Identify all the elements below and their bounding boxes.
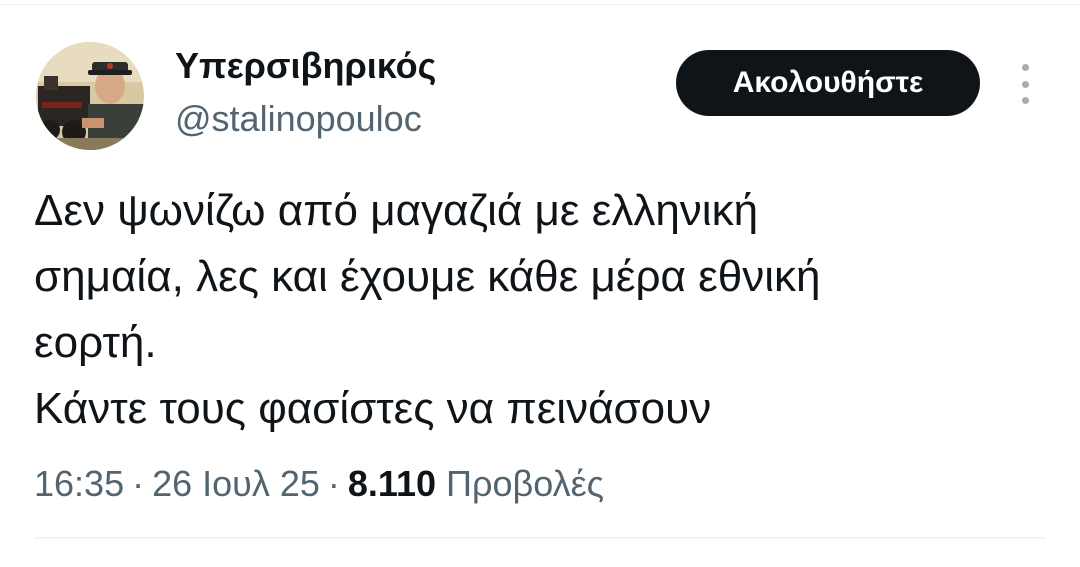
tweet-time[interactable]: 16:35 (34, 463, 124, 504)
views-count: 8.110 (347, 463, 437, 504)
tweet-view: Υπερσιβηρικός @stalinopouloc Ακολουθήστε… (0, 0, 1080, 567)
more-dot (1021, 80, 1029, 88)
meta-separator: · (327, 463, 340, 504)
avatar[interactable] (36, 42, 144, 150)
views-label: Προβολές (446, 463, 604, 504)
top-divider (0, 4, 1080, 5)
tweet-date[interactable]: 26 Ιουλ 25 (152, 463, 320, 504)
tweet-text-line: σημαία, λες και έχουμε κάθε μέρα εθνική (34, 252, 821, 301)
bottom-divider (34, 537, 1046, 539)
tweet-text-line: Δεν ψωνίζω από μαγαζιά με ελληνική (34, 186, 759, 235)
author-display-name[interactable]: Υπερσιβηρικός (175, 44, 436, 88)
follow-button[interactable]: Ακολουθήστε (676, 50, 980, 116)
tweet-text: Δεν ψωνίζω από μαγαζιά με ελληνική σημαί… (34, 178, 1044, 442)
tweet-metadata: 16:35 · 26 Ιουλ 25 · 8.110 Προβολές (34, 460, 604, 508)
avatar-image (36, 42, 144, 150)
more-dot (1021, 64, 1029, 71)
tweet-text-line: Κάντε τους φασίστες να πεινάσουν (34, 384, 712, 433)
author-handle[interactable]: @stalinopouloc (175, 97, 422, 141)
more-vertical-icon[interactable] (1010, 64, 1040, 104)
meta-separator: · (132, 463, 145, 504)
more-dot (1021, 97, 1029, 104)
tweet-text-line: εορτή. (34, 318, 157, 367)
